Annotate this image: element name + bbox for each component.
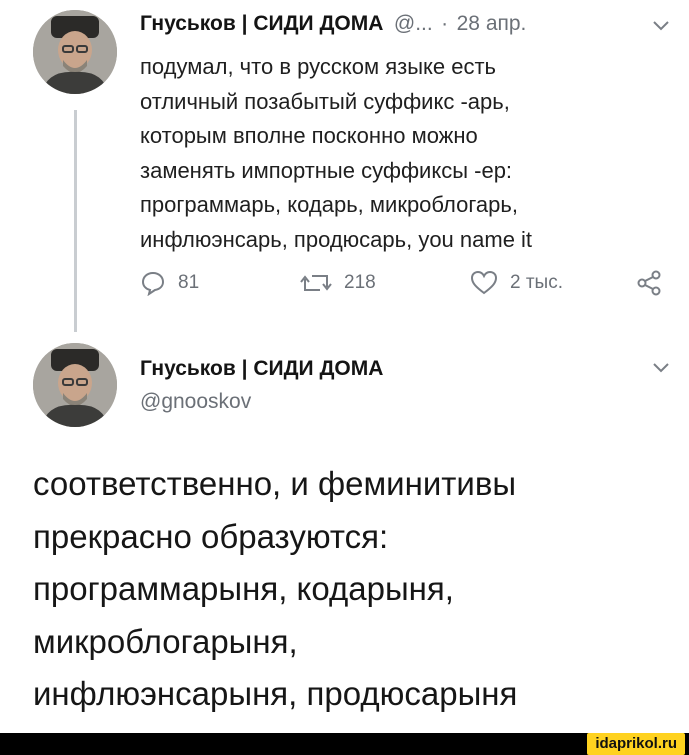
comment-icon	[141, 271, 165, 296]
avatar-photo	[33, 10, 117, 94]
retweet-count: 218	[344, 272, 376, 293]
avatar[interactable]	[33, 343, 117, 427]
author-name[interactable]: Гнуськов | СИДИ ДОМА	[140, 12, 383, 35]
author-handle[interactable]: @...	[394, 12, 433, 35]
like-button[interactable]: 2 тыс.	[470, 270, 563, 296]
share-button[interactable]	[636, 270, 662, 296]
chevron-down-icon[interactable]	[652, 20, 670, 32]
heart-icon	[470, 270, 498, 295]
tweet-text: подумал, что в русском языке есть отличн…	[140, 54, 533, 252]
watermark: idaprikol.ru	[587, 733, 685, 755]
tweet-actions: 81 218 2 тыс.	[0, 270, 689, 310]
share-icon	[637, 270, 661, 296]
retweet-button[interactable]: 218	[300, 270, 376, 296]
author-name[interactable]: Гнуськов | СИДИ ДОМА	[140, 357, 383, 380]
tweet-header: Гнуськов | СИДИ ДОМА @... · 28 апр.	[140, 12, 526, 36]
reply-button[interactable]: 81	[140, 270, 199, 296]
author-handle[interactable]: @gnooskov	[140, 390, 251, 414]
chevron-down-icon[interactable]	[652, 362, 670, 374]
avatar-photo	[33, 343, 117, 427]
reply-count: 81	[178, 272, 200, 293]
like-count: 2 тыс.	[510, 272, 563, 293]
avatar[interactable]	[33, 10, 117, 94]
author-name-block: Гнуськов | СИДИ ДОМА	[140, 357, 383, 381]
tweet-text: соответственно, и феминитивы прекрасно о…	[33, 465, 518, 712]
separator: ·	[441, 12, 449, 35]
footer-bar: idaprikol.ru	[0, 733, 689, 755]
retweet-icon	[300, 275, 332, 291]
tweet-date[interactable]: 28 апр.	[457, 12, 527, 35]
